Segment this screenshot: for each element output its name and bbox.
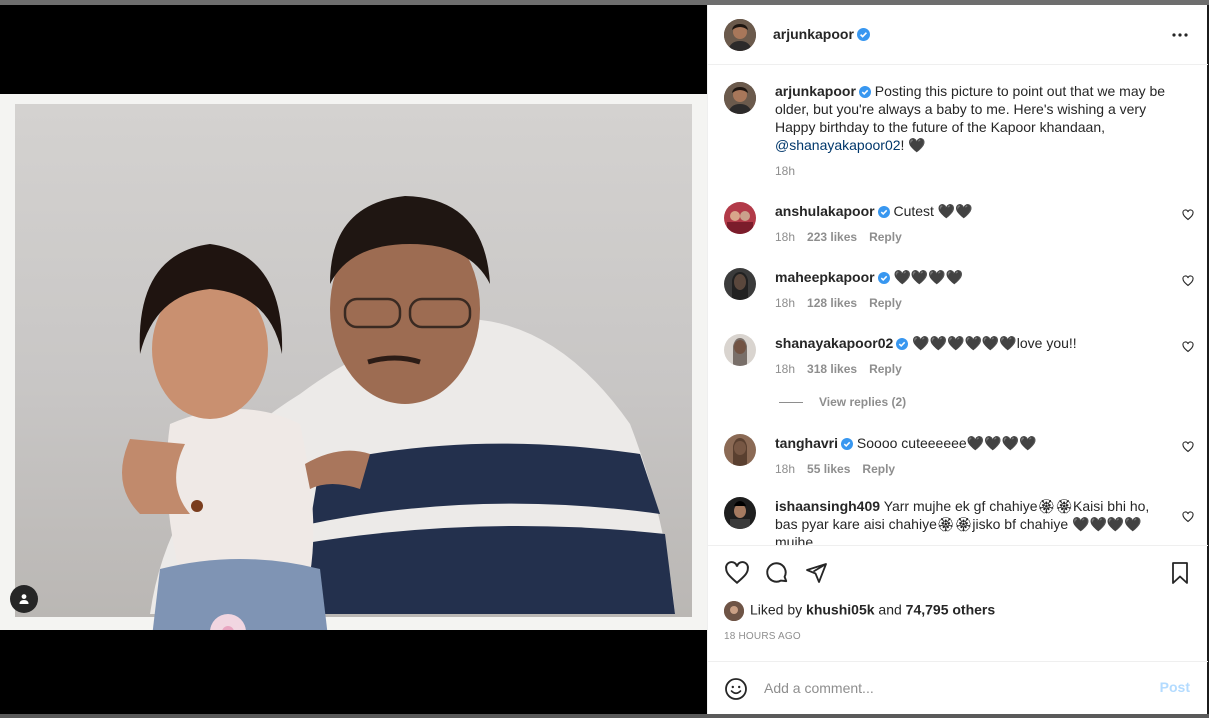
reply-button[interactable]: Reply [862, 462, 895, 476]
commenter-avatar[interactable] [724, 202, 756, 234]
comment-text: Cutest 🖤🖤 [893, 203, 973, 219]
comments-list[interactable]: arjunkapoor Posting this picture to poin… [708, 65, 1208, 545]
comment-username[interactable]: maheepkapoor [775, 269, 875, 285]
caption-mention-link[interactable]: @shanayakapoor02 [775, 137, 901, 153]
comment-likes[interactable]: 223 likes [807, 230, 857, 244]
comment-time[interactable]: 18h [775, 362, 795, 376]
background-strip-bottom [0, 714, 1209, 718]
tagged-users-button[interactable] [10, 585, 38, 613]
comment-time[interactable]: 18h [775, 462, 795, 476]
post-action-bar [708, 545, 1208, 601]
caption-tail: ! 🖤 [900, 137, 926, 153]
post-media [0, 5, 707, 714]
comment-body: shanayakapoor02 🖤🖤🖤🖤🖤🖤love you!! 18h 318 … [775, 334, 1175, 378]
like-comment-heart-icon[interactable] [1182, 441, 1194, 453]
like-heart-icon[interactable] [724, 560, 750, 586]
comment-username[interactable]: anshulakapoor [775, 203, 875, 219]
comment-username[interactable]: tanghavri [775, 435, 838, 451]
liked-by-user[interactable]: khushi05k [806, 602, 874, 618]
verified-badge-icon [877, 272, 890, 284]
comment-text: Soooo cuteeeeee🖤🖤🖤🖤 [856, 435, 1037, 451]
comment-text: 🖤🖤🖤🖤🖤🖤love you!! [912, 335, 1077, 351]
liked-by-prefix: Liked by [750, 601, 803, 618]
liked-by-and: and [878, 601, 902, 618]
save-bookmark-icon[interactable] [1168, 561, 1192, 585]
liked-by-others[interactable]: 74,795 others [906, 602, 996, 618]
verified-badge-icon [858, 86, 871, 98]
view-replies-line [779, 402, 803, 404]
caption-body: arjunkapoor Posting this picture to poin… [775, 82, 1180, 180]
comment-likes[interactable]: 318 likes [807, 362, 857, 376]
verified-badge-icon [877, 206, 890, 218]
like-comment-heart-icon[interactable] [1182, 209, 1194, 221]
liker-avatar[interactable] [724, 601, 744, 621]
commenter-avatar[interactable] [724, 497, 756, 529]
author-avatar[interactable] [724, 19, 756, 51]
emoji-smiley-icon[interactable] [724, 677, 748, 701]
add-comment-bar: Post [708, 661, 1208, 714]
comment-bubble-icon[interactable] [764, 560, 790, 586]
comment-likes[interactable]: 55 likes [807, 462, 850, 476]
comment-input[interactable] [764, 676, 1144, 700]
more-horizontal-icon[interactable] [1168, 23, 1192, 47]
post-timestamp[interactable]: 18 HOURS AGO [724, 631, 801, 642]
post-side-panel: arjunkapoor arjunkapoor Posting this pic… [707, 5, 1208, 714]
comment-time[interactable]: 18h [775, 296, 795, 310]
like-comment-heart-icon[interactable] [1182, 511, 1194, 523]
author-avatar-small[interactable] [724, 82, 756, 114]
comment-body: ishaansingh409 Yarr mujhe ek gf chahiye🏵… [775, 497, 1160, 545]
instagram-post-modal: arjunkapoor arjunkapoor Posting this pic… [0, 0, 1209, 718]
author-username[interactable]: arjunkapoor [773, 26, 854, 42]
liked-by-summary: Liked by khushi05k and 74,795 others [724, 601, 995, 623]
commenter-avatar[interactable] [724, 268, 756, 300]
verified-badge-icon [841, 438, 854, 450]
comment-likes[interactable]: 128 likes [807, 296, 857, 310]
comment-body: tanghavri Soooo cuteeeeee🖤🖤🖤🖤 18h 55 like… [775, 434, 1175, 478]
commenter-avatar[interactable] [724, 434, 756, 466]
like-comment-heart-icon[interactable] [1182, 341, 1194, 353]
view-replies-label: View replies (2) [819, 395, 907, 409]
reply-button[interactable]: Reply [869, 296, 902, 310]
view-replies-toggle[interactable]: View replies (2) [779, 395, 906, 409]
post-comment-button[interactable]: Post [1160, 679, 1190, 695]
reply-button[interactable]: Reply [869, 230, 902, 244]
caption-username[interactable]: arjunkapoor [775, 83, 856, 99]
like-comment-heart-icon[interactable] [1182, 275, 1194, 287]
caption-time[interactable]: 18h [775, 162, 1180, 180]
verified-badge-icon [896, 338, 909, 350]
verified-badge-icon [857, 28, 870, 41]
user-icon [19, 594, 29, 604]
comment-time[interactable]: 18h [775, 230, 795, 244]
comment-text: 🖤🖤🖤🖤 [893, 269, 964, 285]
reply-button[interactable]: Reply [869, 362, 902, 376]
comment-username[interactable]: ishaansingh409 [775, 498, 880, 514]
comment-username[interactable]: shanayakapoor02 [775, 335, 893, 351]
post-photo-frame [0, 94, 707, 630]
post-photo[interactable] [0, 94, 707, 630]
comment-body: maheepkapoor 🖤🖤🖤🖤 18h 128 likes Reply [775, 268, 1175, 312]
commenter-avatar[interactable] [724, 334, 756, 366]
comment-body: anshulakapoor Cutest 🖤🖤 18h 223 likes Repl… [775, 202, 1175, 246]
post-header: arjunkapoor [708, 5, 1208, 65]
share-send-icon[interactable] [804, 561, 828, 585]
